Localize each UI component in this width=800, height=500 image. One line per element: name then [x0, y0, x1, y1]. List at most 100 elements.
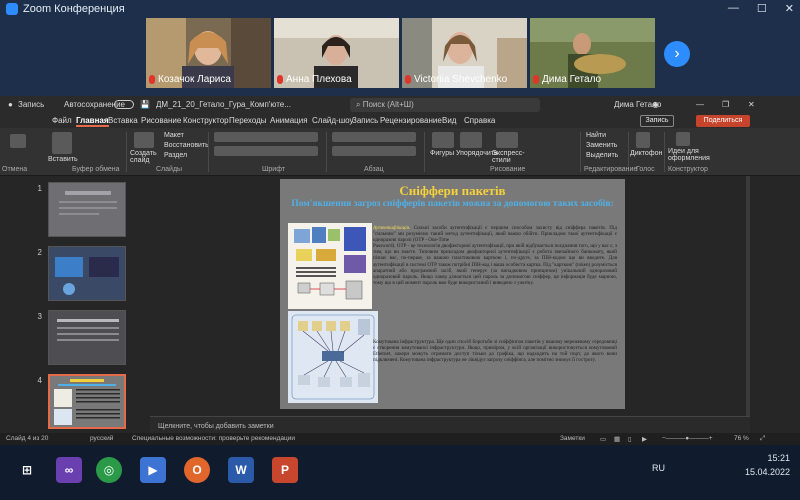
- menu-design[interactable]: Конструктор: [183, 116, 229, 125]
- powerpoint-icon[interactable]: P: [272, 457, 298, 483]
- menu-review[interactable]: Рецензирование: [380, 116, 442, 125]
- zoom-level[interactable]: 76 %: [734, 435, 749, 442]
- find-button[interactable]: Найти: [586, 132, 606, 139]
- design-ideas-icon[interactable]: [676, 132, 690, 146]
- slideshow-icon[interactable]: ▶: [642, 435, 647, 443]
- word-icon[interactable]: W: [228, 457, 254, 483]
- menu-insert[interactable]: Вставка: [108, 116, 138, 125]
- participant-tile-4[interactable]: Дима Гетало: [530, 18, 655, 88]
- menu-transitions[interactable]: Переходы: [229, 116, 267, 125]
- avatar[interactable]: ◉: [652, 100, 659, 109]
- design-ideas-button[interactable]: Идеи для оформления: [668, 148, 710, 162]
- view-normal-icon[interactable]: ▭: [600, 435, 606, 443]
- slide-title[interactable]: Сніффери пакетів: [280, 183, 625, 199]
- visual-studio-icon[interactable]: ∞: [56, 457, 82, 483]
- mic-muted-icon: [533, 75, 539, 84]
- paste-icon[interactable]: [52, 132, 72, 154]
- language-status[interactable]: русский: [90, 435, 113, 442]
- search-box[interactable]: ⌕ Поиск (Alt+Ш): [350, 98, 540, 112]
- menu-view[interactable]: Вид: [442, 116, 456, 125]
- participant-tiles: Козачок Лариса Анна Плехова Victoriia Sh…: [146, 18, 655, 88]
- chrome-icon[interactable]: ◎: [96, 457, 122, 483]
- start-icon[interactable]: ⊞: [14, 457, 40, 483]
- menu-home[interactable]: Главная: [76, 116, 109, 127]
- new-slide-button[interactable]: Создать слайд: [130, 150, 157, 164]
- arrange-icon[interactable]: [460, 132, 482, 148]
- participant-tile-1[interactable]: Козачок Лариса: [146, 18, 271, 88]
- group-label-designer: Конструктор: [668, 166, 708, 173]
- zoom-slider[interactable]: −———●———+: [662, 435, 713, 442]
- slide-subtitle[interactable]: Пом'якшення загроз сніфферів пакетів мож…: [290, 199, 615, 209]
- share-button[interactable]: Поделиться: [696, 115, 750, 127]
- ribbon-separator: [424, 132, 425, 172]
- save-icon[interactable]: 💾: [140, 100, 150, 109]
- alignment-tools[interactable]: [332, 146, 416, 156]
- microphone-icon[interactable]: [636, 132, 650, 148]
- participant-tile-3[interactable]: Victoriia Shevchenko: [402, 18, 527, 88]
- vertical-scrollbar[interactable]: [746, 176, 750, 416]
- menu-slideshow[interactable]: Слайд-шоу: [312, 116, 353, 125]
- participant-name: Козачок Лариса: [149, 74, 231, 85]
- fit-slide-icon[interactable]: ⤢: [760, 435, 765, 443]
- group-label-font: Шрифт: [262, 166, 286, 173]
- paragraph-tools[interactable]: [332, 132, 416, 142]
- select-button[interactable]: Выделить: [586, 152, 618, 159]
- ribbon-separator: [326, 132, 327, 172]
- mic-muted-icon: [277, 75, 283, 84]
- quick-styles-icon[interactable]: [496, 132, 518, 148]
- menu-help[interactable]: Справка: [464, 116, 495, 125]
- slide-canvas[interactable]: Сніффери пакетів Пом'якшення загроз сніф…: [280, 179, 625, 409]
- language-indicator[interactable]: RU: [652, 463, 665, 473]
- new-slide-icon[interactable]: [134, 132, 154, 148]
- shapes-icon[interactable]: [432, 132, 454, 148]
- clock-date: 15.04.2022: [744, 467, 790, 477]
- slide-body-text-2[interactable]: Комутована інфраструктура. Ще один спосі…: [373, 339, 617, 363]
- font-format-tools[interactable]: [214, 146, 318, 156]
- file-name: ДМ_21_20_Гетало_Гура_Комп'юте...: [156, 100, 291, 109]
- group-label-slides: Слайды: [156, 166, 183, 173]
- font-family-select[interactable]: [214, 132, 318, 142]
- record-label: Запись: [18, 100, 45, 109]
- zoom-meeting-bar: Zoom Конференция — ☐ ✕ Козачок Лариса Ан…: [0, 0, 800, 96]
- zoom-app-icon[interactable]: ▶: [140, 457, 166, 483]
- menu-record[interactable]: Запись: [352, 116, 378, 125]
- slide-body-text-1[interactable]: Аутентифікація. Сильні засоби аутентифік…: [373, 225, 617, 286]
- minimize-icon[interactable]: —: [696, 100, 704, 109]
- system-clock[interactable]: 15:21 15.04.2022: [745, 451, 790, 479]
- paste-button[interactable]: Вставить: [48, 156, 78, 163]
- layout-button[interactable]: Макет: [164, 132, 184, 139]
- notes-placeholder: Щелкните, чтобы добавить заметки: [158, 423, 274, 430]
- slide-thumbnails-pane: 1 2 3 4 5: [38, 176, 149, 466]
- undo-icon[interactable]: [10, 134, 26, 148]
- close-icon[interactable]: ✕: [748, 100, 755, 109]
- replace-button[interactable]: Заменить: [586, 142, 617, 149]
- reset-button[interactable]: Восстановить: [164, 142, 209, 149]
- accessibility-status[interactable]: Специальные возможности: проверьте реком…: [132, 435, 295, 442]
- ppt-menu-bar: Файл Главная Вставка Рисование Конструкт…: [0, 114, 800, 128]
- section-button[interactable]: Раздел: [164, 152, 187, 159]
- menu-file[interactable]: Файл: [52, 116, 72, 125]
- dictation-button[interactable]: Диктофон: [630, 150, 662, 157]
- record-button[interactable]: Запись: [640, 115, 674, 127]
- next-participants-button[interactable]: ›: [664, 41, 690, 67]
- close-icon[interactable]: ✕: [785, 2, 794, 15]
- maximize-icon[interactable]: ☐: [757, 2, 767, 15]
- zoom-logo-icon: [6, 3, 18, 15]
- minimize-icon[interactable]: —: [728, 2, 739, 15]
- menu-draw[interactable]: Рисование: [141, 116, 181, 125]
- menu-animations[interactable]: Анимация: [270, 116, 308, 125]
- maximize-icon[interactable]: ❐: [722, 100, 729, 109]
- windows-taskbar: ⊞ ∞ ◎ ▶ O W P RU 15:21 15.04.2022: [0, 445, 800, 500]
- view-sorter-icon[interactable]: ▦: [614, 435, 620, 443]
- quick-styles-button[interactable]: Экспресс-стили: [492, 150, 526, 164]
- opera-icon[interactable]: O: [184, 457, 210, 483]
- autosave-toggle[interactable]: [114, 100, 134, 109]
- group-label-voice: Голос: [636, 166, 655, 173]
- participant-tile-2[interactable]: Анна Плехова: [274, 18, 399, 88]
- participant-name: Анна Плехова: [277, 74, 352, 85]
- shapes-button[interactable]: Фигуры: [430, 150, 454, 157]
- ribbon-separator: [580, 132, 581, 172]
- view-reading-icon[interactable]: ▯: [628, 435, 632, 443]
- participant-name: Дима Гетало: [533, 74, 601, 85]
- notes-toggle[interactable]: Заметки: [560, 435, 585, 442]
